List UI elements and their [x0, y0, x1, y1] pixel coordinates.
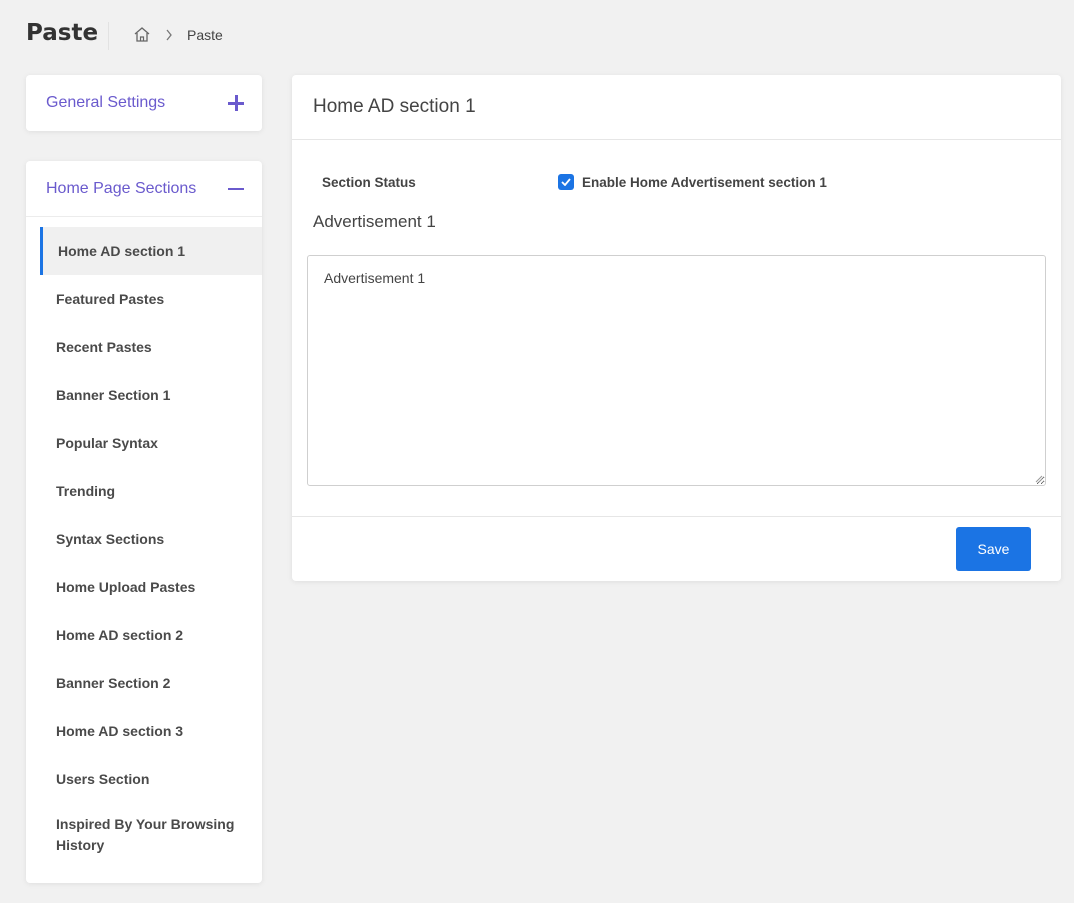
sidebar-item-users-section[interactable]: Users Section [26, 755, 262, 803]
home-page-sections-card: Home Page Sections Home AD section 1 Fea… [26, 161, 262, 883]
breadcrumb: Paste [133, 26, 223, 43]
sidebar-item-syntax-sections[interactable]: Syntax Sections [26, 515, 262, 563]
general-settings-header[interactable]: General Settings [26, 75, 262, 131]
sidebar-item-home-upload-pastes[interactable]: Home Upload Pastes [26, 563, 262, 611]
minus-icon[interactable] [228, 181, 244, 197]
save-button[interactable]: Save [956, 527, 1031, 571]
sidebar-item-trending[interactable]: Trending [26, 467, 262, 515]
sidebar-item-banner-section-1[interactable]: Banner Section 1 [26, 371, 262, 419]
sidebar-item-popular-syntax[interactable]: Popular Syntax [26, 419, 262, 467]
advertisement-textarea[interactable]: Advertisement 1 [307, 255, 1046, 486]
plus-icon[interactable] [228, 95, 244, 111]
sidebar-item-featured-pastes[interactable]: Featured Pastes [26, 275, 262, 323]
home-page-sections-label: Home Page Sections [46, 179, 197, 197]
sidebar-item-banner-section-2[interactable]: Banner Section 2 [26, 659, 262, 707]
sidebar-item-home-ad-section-2[interactable]: Home AD section 2 [26, 611, 262, 659]
checkmark-icon [561, 178, 571, 186]
section-status-label: Section Status [322, 174, 416, 190]
sections-menu: Home AD section 1 Featured Pastes Recent… [26, 217, 262, 865]
home-icon[interactable] [133, 26, 151, 43]
home-page-sections-header[interactable]: Home Page Sections [26, 161, 262, 217]
sidebar-item-home-ad-section-1[interactable]: Home AD section 1 [40, 227, 262, 275]
header-divider [108, 22, 109, 50]
enable-section-checkbox-label[interactable]: Enable Home Advertisement section 1 [582, 175, 827, 190]
footer-divider [292, 516, 1061, 517]
main-panel: Home AD section 1 Section Status Enable … [292, 75, 1061, 581]
top-bar: Paste Paste [0, 0, 1074, 72]
sidebar-item-inspired-by-browsing-history[interactable]: Inspired By Your Browsing History [26, 803, 262, 865]
advertisement-label: Advertisement 1 [313, 212, 436, 231]
chevron-right-icon [165, 29, 173, 41]
sidebar-item-recent-pastes[interactable]: Recent Pastes [26, 323, 262, 371]
breadcrumb-current[interactable]: Paste [187, 27, 223, 43]
general-settings-label: General Settings [46, 94, 166, 111]
page-title: Paste [26, 20, 99, 46]
enable-section-checkbox[interactable] [558, 174, 574, 190]
section-title: Home AD section 1 [292, 75, 1061, 140]
general-settings-card: General Settings [26, 75, 262, 131]
sidebar-item-home-ad-section-3[interactable]: Home AD section 3 [26, 707, 262, 755]
section-status-row: Section Status Enable Home Advertisement… [322, 172, 1042, 192]
